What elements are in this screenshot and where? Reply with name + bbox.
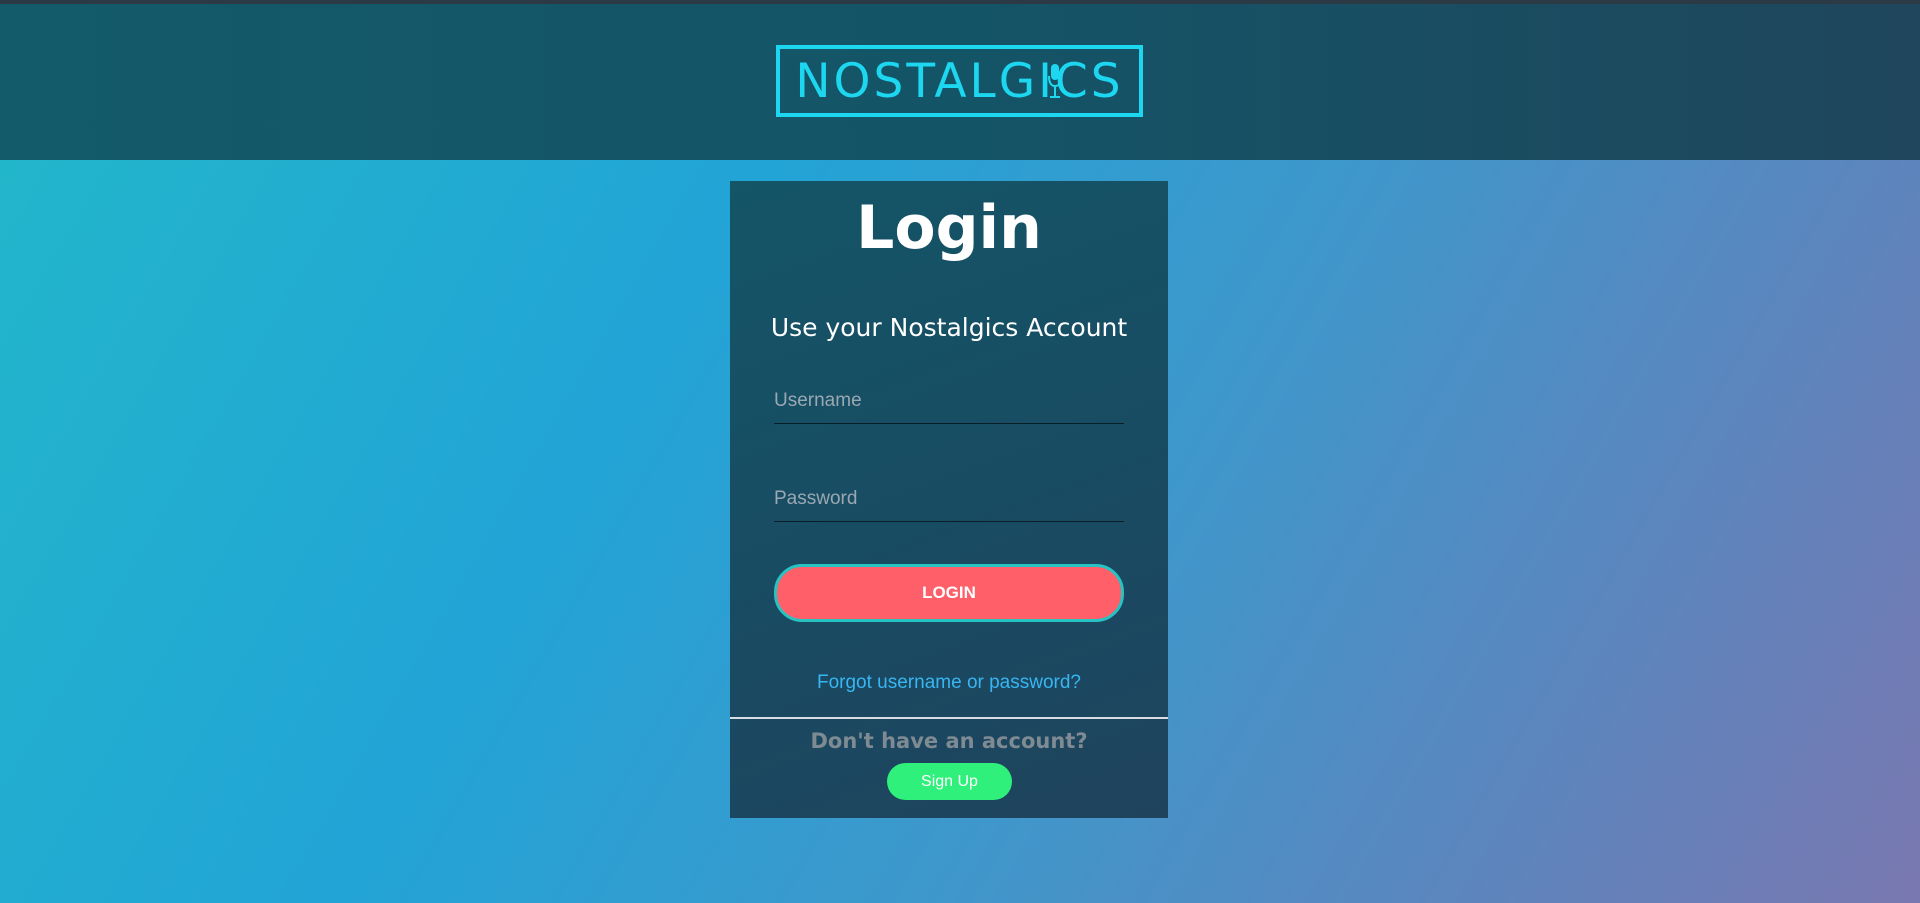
signup-button[interactable]: Sign Up <box>887 763 1012 800</box>
login-button[interactable]: LOGIN <box>774 564 1124 622</box>
no-account-text: Don't have an account? <box>810 729 1088 753</box>
nostalgics-logo[interactable]: NOSTALGICS <box>776 45 1143 117</box>
divider <box>730 717 1168 719</box>
username-input[interactable] <box>774 379 1124 423</box>
username-field-wrapper <box>774 379 1124 424</box>
page-title: Login <box>856 193 1042 263</box>
logo-text: NOSTALGICS <box>795 53 1124 109</box>
login-subtitle: Use your Nostalgics Account <box>770 313 1128 342</box>
password-field-wrapper <box>774 477 1124 522</box>
microphone-icon <box>1048 64 1062 98</box>
forgot-credentials-link[interactable]: Forgot username or password? <box>730 672 1168 694</box>
password-input[interactable] <box>774 477 1124 521</box>
login-card: Login Use your Nostalgics Account LOGIN … <box>730 181 1168 818</box>
site-header: NOSTALGICS <box>0 4 1920 160</box>
